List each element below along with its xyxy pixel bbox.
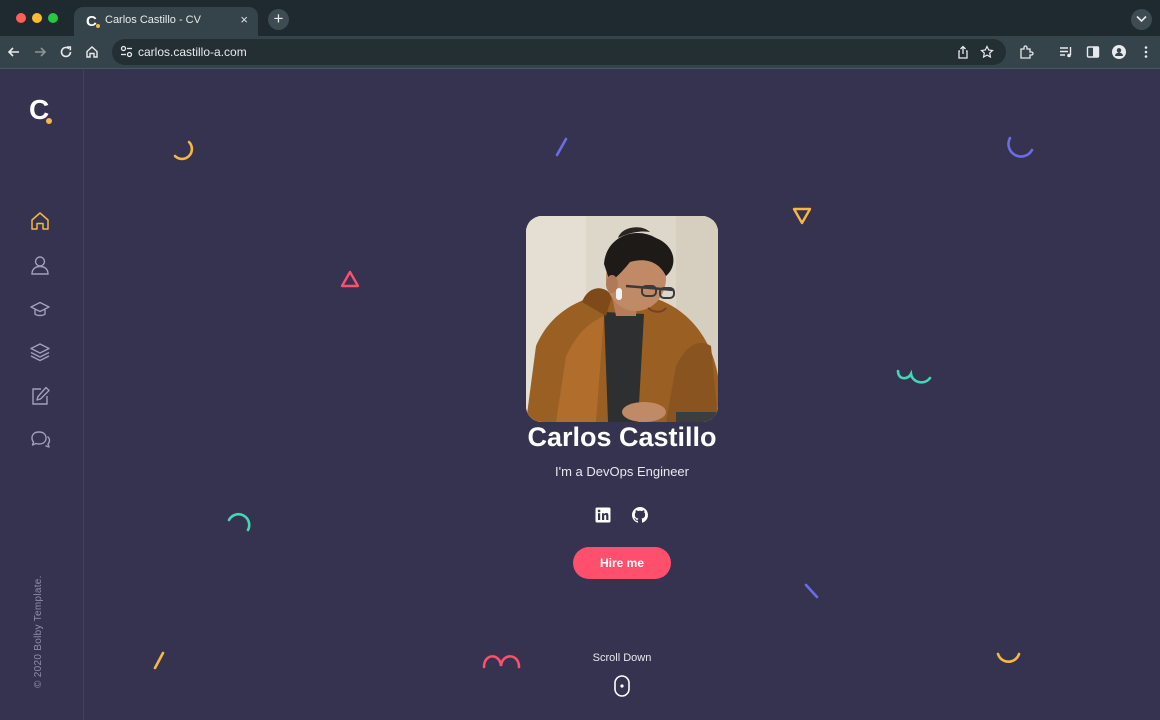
deco-arc-yellow-2 (996, 652, 1021, 663)
maximize-window-button[interactable] (48, 13, 58, 23)
favicon-dot (96, 24, 100, 28)
profile-photo (526, 216, 718, 422)
home-page-icon[interactable] (84, 44, 100, 60)
extensions-icon[interactable] (1018, 44, 1034, 60)
deco-line-purple-2 (804, 583, 819, 599)
tab-search-button[interactable] (1131, 9, 1152, 30)
bookmark-star-icon[interactable] (980, 45, 994, 59)
copyright-text: © 2020 Bolby Template. (33, 575, 44, 688)
media-queue-icon[interactable] (1058, 44, 1074, 60)
browser-menu-icon[interactable] (1138, 44, 1154, 60)
close-window-button[interactable] (16, 13, 26, 23)
share-icon[interactable] (956, 45, 970, 59)
graduation-cap-icon[interactable] (29, 298, 51, 320)
mouse-scroll-icon[interactable] (614, 675, 630, 697)
browser-tab[interactable]: C Carlos Castillo - CV × (74, 7, 258, 36)
back-icon[interactable] (6, 44, 22, 60)
logo-dot (46, 118, 52, 124)
home-icon[interactable] (29, 210, 51, 232)
side-panel-icon[interactable] (1085, 44, 1101, 60)
forward-icon[interactable] (32, 44, 48, 60)
edit-icon[interactable] (29, 385, 51, 407)
deco-wave-teal (896, 369, 932, 384)
deco-arc-purple (1007, 136, 1034, 158)
layers-icon[interactable] (29, 341, 51, 363)
deco-arc-teal (227, 513, 251, 532)
tab-bar: C Carlos Castillo - CV × + (0, 0, 1160, 36)
address-bar[interactable]: carlos.castillo-a.com (112, 39, 1006, 65)
hero-subtitle: I'm a DevOps Engineer (555, 464, 689, 479)
page-content: C © 2020 Bolby Template. Carlos Castillo… (0, 70, 1160, 720)
hero-name: Carlos Castillo (527, 422, 717, 452)
browser-toolbar: carlos.castillo-a.com (0, 36, 1160, 69)
tab-close-icon[interactable]: × (240, 12, 248, 27)
site-info-icon[interactable] (120, 45, 133, 58)
reload-icon[interactable] (58, 44, 74, 60)
hire-me-button[interactable]: Hire me (573, 547, 671, 579)
favicon-icon: C (86, 13, 97, 30)
minimize-window-button[interactable] (32, 13, 42, 23)
profile-icon[interactable] (1111, 44, 1127, 60)
scroll-down-label: Scroll Down (592, 652, 652, 664)
github-icon[interactable] (631, 506, 649, 524)
user-icon[interactable] (29, 254, 51, 276)
deco-line-yellow (153, 651, 165, 670)
deco-line-purple (555, 137, 568, 157)
tab-title: Carlos Castillo - CV (105, 14, 201, 26)
chat-icon[interactable] (29, 428, 51, 450)
deco-wave-red (482, 655, 521, 669)
deco-triangle-red (340, 270, 360, 288)
chevron-down-icon (1136, 15, 1147, 23)
deco-arc-yellow (173, 140, 194, 161)
sidebar: C © 2020 Bolby Template. (0, 70, 84, 720)
new-tab-button[interactable]: + (268, 9, 289, 30)
url-text: carlos.castillo-a.com (138, 45, 247, 59)
deco-triangle-yellow (792, 207, 812, 225)
browser-window: C Carlos Castillo - CV × + carlos.castil… (0, 0, 1160, 720)
linkedin-icon[interactable] (594, 506, 612, 524)
